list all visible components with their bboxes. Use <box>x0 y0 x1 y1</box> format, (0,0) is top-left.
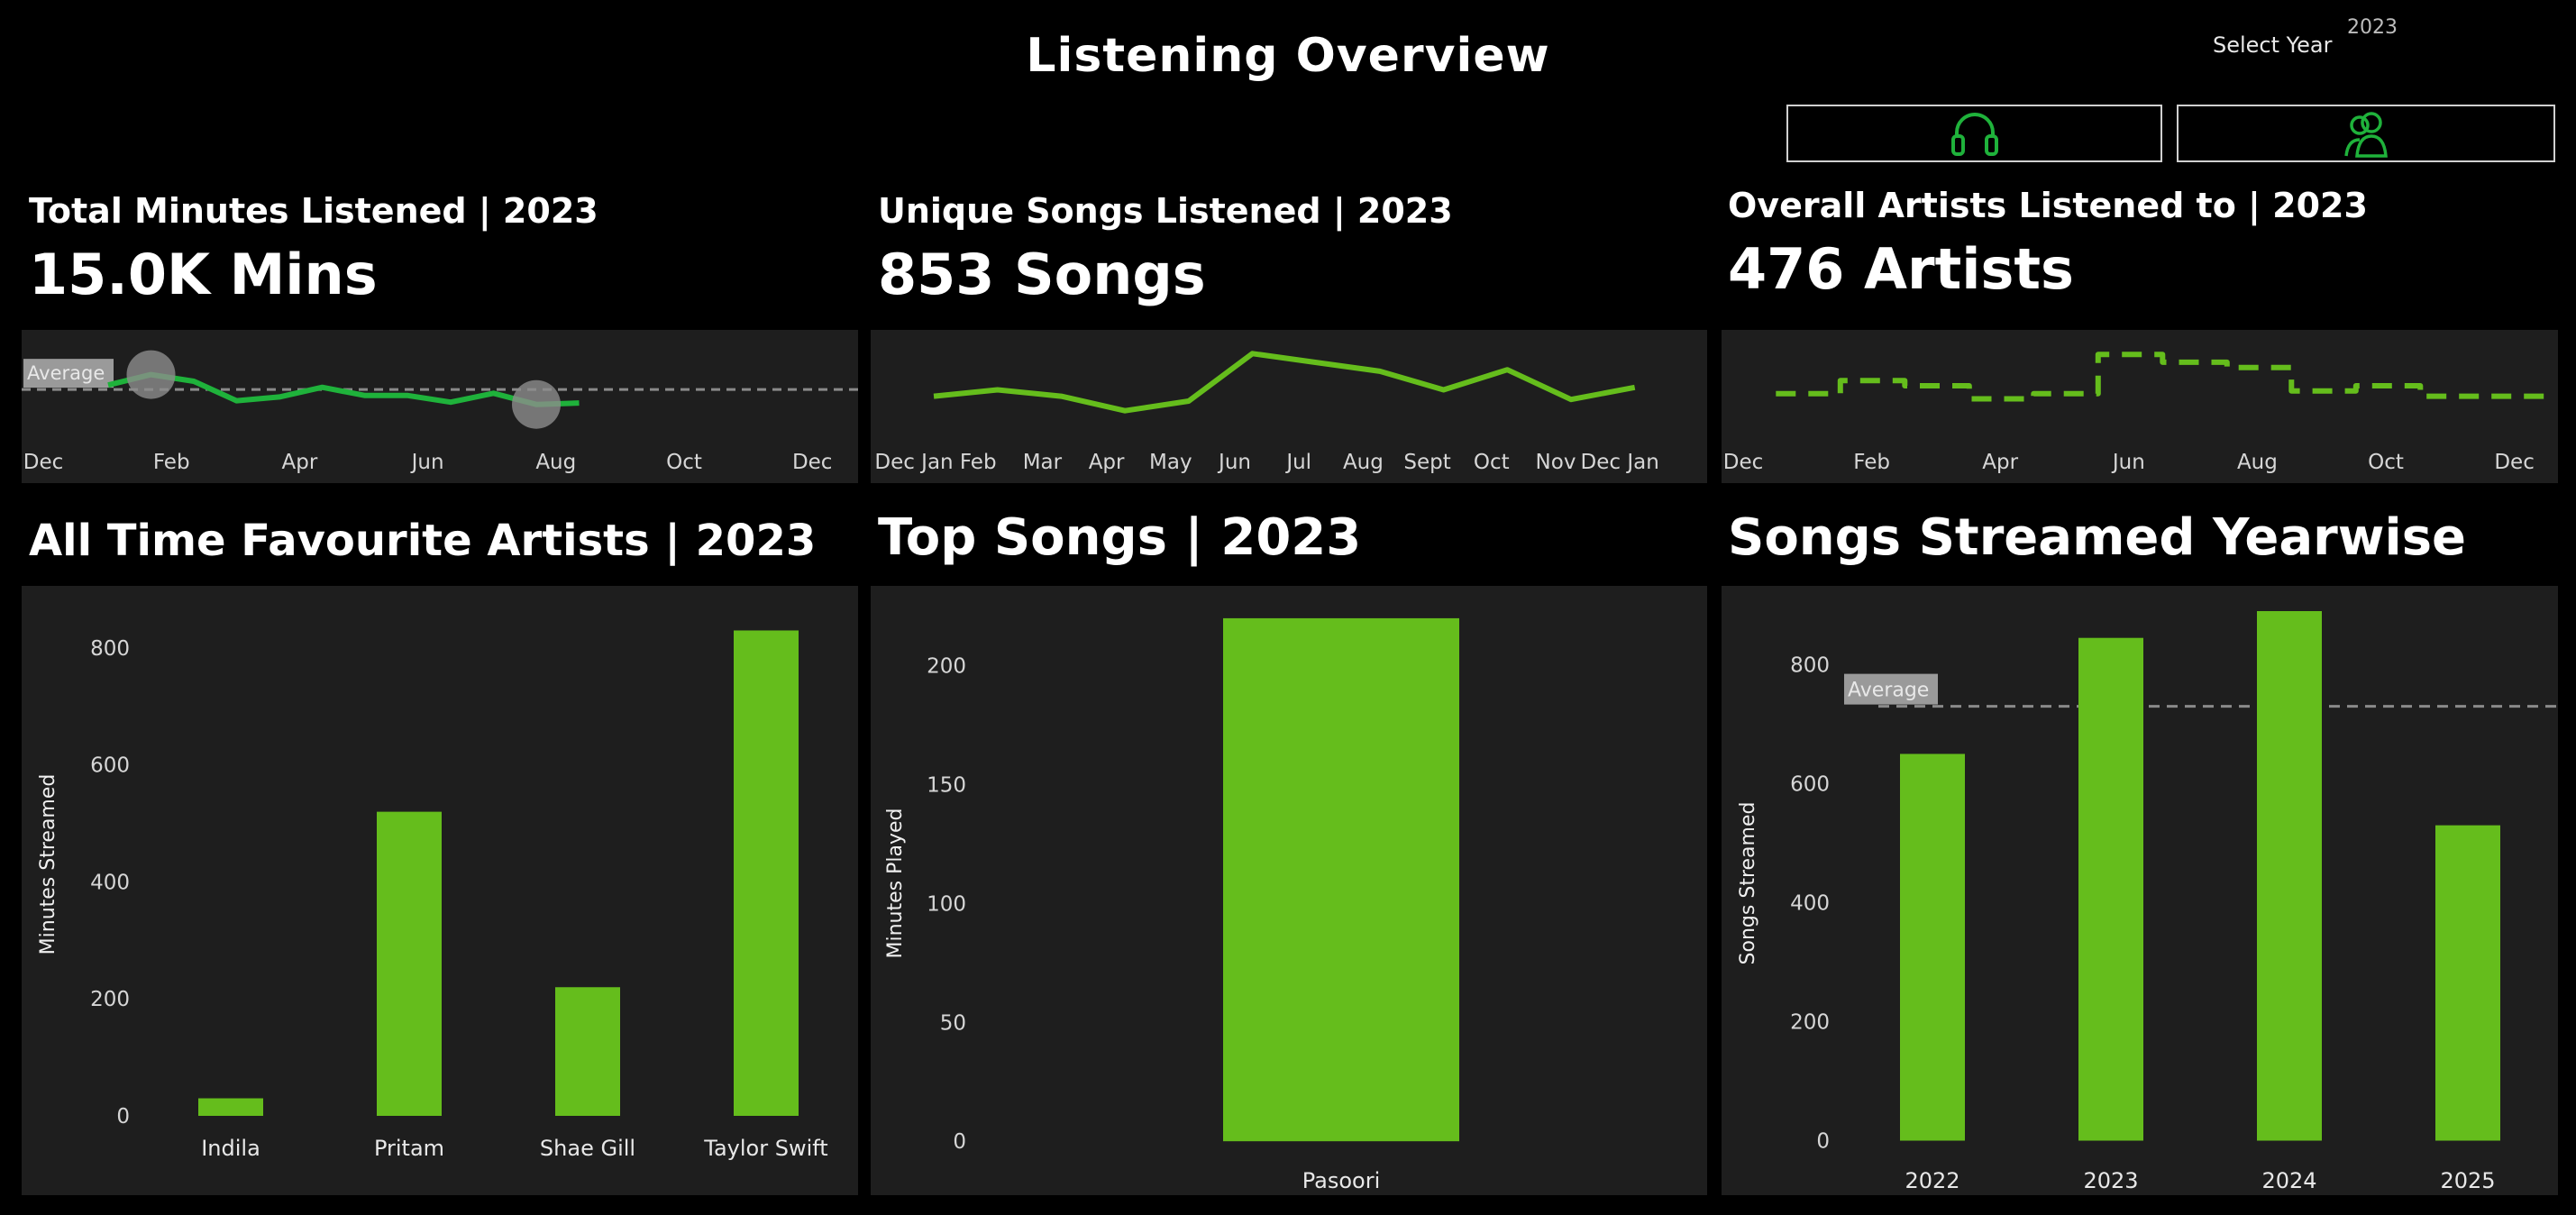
category-label: Taylor Swift <box>703 1136 827 1161</box>
y-axis-label: Minutes Played <box>884 808 907 959</box>
category-label: Shae Gill <box>540 1136 635 1161</box>
x-tick-label: Oct <box>666 451 702 474</box>
x-tick-label: Feb <box>153 451 190 474</box>
songs-sparkline: Dec Jan Feb Mar Apr May Jun Jul Aug Sept Oct Nov De… <box>874 351 1659 474</box>
fav-artists-panel: 0 200 400 600 800 Minutes Streamed Indila Prita… <box>22 586 858 1195</box>
x-tick-label: Dec Jan <box>1581 451 1659 474</box>
yearwise-chart: 0 200 400 600 800 Songs Streamed Average 2022 20… <box>1737 611 2558 1193</box>
x-tick-label: Dec <box>792 451 833 474</box>
category-label: Indila <box>201 1136 260 1161</box>
x-tick-label: Aug <box>535 451 576 474</box>
users-icon <box>2344 112 2388 158</box>
kpi-artists-title: Overall Artists Listened to | 2023 <box>1728 186 2368 225</box>
category-label: 2025 <box>2440 1168 2495 1193</box>
y-tick-label: 200 <box>1790 1010 1830 1034</box>
bar <box>198 1098 263 1116</box>
yearwise-title: Songs Streamed Yearwise <box>1728 508 2467 567</box>
category-label: 2024 <box>2261 1168 2316 1193</box>
bar <box>1223 617 1459 1142</box>
highlight-point <box>126 350 176 399</box>
average-label: Average <box>1848 680 1929 702</box>
bar <box>377 811 442 1116</box>
x-tick-label: Mar <box>1023 451 1063 474</box>
top-songs-chart: 0 50 100 150 200 Minutes Played Pasoori <box>884 617 1459 1193</box>
kpi-minutes-title: Total Minutes Listened | 2023 <box>29 191 598 231</box>
x-tick-label: Feb <box>1853 451 1890 474</box>
headphones-button[interactable] <box>1786 105 2162 162</box>
x-tick-label: Apr <box>282 451 318 474</box>
y-tick-label: 0 <box>953 1130 966 1154</box>
x-tick-label: Jun <box>2111 451 2145 474</box>
top-songs-panel: 0 50 100 150 200 Minutes Played Pasoori <box>871 586 1707 1195</box>
y-axis-label: Songs Streamed <box>1737 802 1759 965</box>
select-year-label: Select Year <box>2213 32 2333 58</box>
series-line <box>1776 352 2550 402</box>
bar <box>2435 825 2500 1141</box>
x-tick-label: Oct <box>1474 451 1510 474</box>
x-tick-label: Feb <box>960 451 997 474</box>
bar <box>1900 754 1965 1141</box>
x-tick-label: Sept <box>1403 451 1450 474</box>
y-tick-label: 800 <box>90 637 130 661</box>
artists-button[interactable] <box>2177 105 2555 162</box>
y-tick-label: 600 <box>1790 772 1830 796</box>
fav-artists-chart: 0 200 400 600 800 Minutes Streamed Indila Prita… <box>37 630 828 1161</box>
y-tick-label: 200 <box>90 988 130 1011</box>
x-tick-label: Apr <box>1982 451 2018 474</box>
bar <box>2078 637 2143 1141</box>
artists-sparkline-panel: Dec Feb Apr Jun Aug Oct Dec <box>1722 330 2558 483</box>
x-tick-label: Dec Jan <box>874 451 953 474</box>
y-tick-label: 150 <box>927 774 966 798</box>
x-tick-label: Jul <box>1284 451 1311 474</box>
minutes-sparkline-panel: Average Dec Feb Apr Jun Aug Oct Dec <box>22 330 858 483</box>
songs-sparkline-panel: Dec Jan Feb Mar Apr May Jun Jul Aug Sept Oct Nov De… <box>871 330 1707 483</box>
kpi-artists-value: 476 Artists <box>1728 236 2074 302</box>
x-tick-label: Aug <box>2237 451 2278 474</box>
category-label: Pasoori <box>1302 1168 1381 1193</box>
select-year-dropdown[interactable]: 2023 <box>2347 16 2398 39</box>
minutes-sparkline: Average Dec Feb Apr Jun Aug Oct Dec <box>22 350 858 474</box>
kpi-minutes-value: 15.0K Mins <box>29 242 378 307</box>
x-tick-label: Nov <box>1536 451 1576 474</box>
average-label: Average <box>27 362 105 384</box>
bar <box>734 630 799 1116</box>
kpi-songs-value: 853 Songs <box>878 242 1206 307</box>
x-tick-label: Dec <box>1723 451 1764 474</box>
y-tick-label: 400 <box>90 871 130 894</box>
x-tick-label: Aug <box>1343 451 1384 474</box>
x-tick-label: Dec <box>23 451 64 474</box>
y-tick-label: 200 <box>927 655 966 679</box>
y-axis-label: Minutes Streamed <box>37 774 59 955</box>
category-label: 2023 <box>2083 1168 2138 1193</box>
fav-artists-title: All Time Favourite Artists | 2023 <box>29 516 817 566</box>
y-tick-label: 100 <box>927 892 966 916</box>
x-tick-label: Dec <box>2494 451 2535 474</box>
bar <box>2257 611 2322 1141</box>
y-tick-label: 50 <box>940 1011 966 1035</box>
top-songs-title: Top Songs | 2023 <box>878 508 1362 567</box>
x-tick-label: Oct <box>2368 451 2404 474</box>
x-tick-label: Apr <box>1089 451 1125 474</box>
x-tick-label: Jun <box>1217 451 1251 474</box>
headphones-icon <box>1950 113 1998 156</box>
page-title: Listening Overview <box>1026 29 1550 83</box>
kpi-songs-title: Unique Songs Listened | 2023 <box>878 191 1453 231</box>
category-label: Pritam <box>374 1136 444 1161</box>
x-tick-label: May <box>1149 451 1192 474</box>
artists-sparkline: Dec Feb Apr Jun Aug Oct Dec <box>1723 352 2550 474</box>
x-tick-label: Jun <box>410 451 444 474</box>
y-tick-label: 0 <box>116 1105 130 1128</box>
bar <box>555 987 620 1116</box>
highlight-point <box>512 379 561 429</box>
series-line <box>933 351 1636 414</box>
y-tick-label: 400 <box>1790 891 1830 915</box>
yearwise-panel: 0 200 400 600 800 Songs Streamed Average 2022 20… <box>1722 586 2558 1195</box>
category-label: 2022 <box>1905 1168 1959 1193</box>
y-tick-label: 0 <box>1816 1129 1830 1153</box>
y-tick-label: 600 <box>90 754 130 778</box>
y-tick-label: 800 <box>1790 653 1830 677</box>
